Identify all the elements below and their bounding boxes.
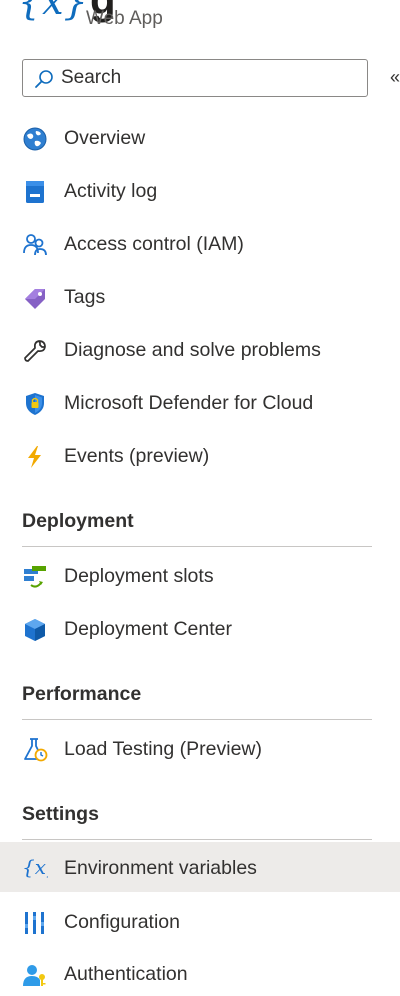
nav-item-authentication[interactable]: Authentication (0, 952, 400, 996)
nav-item-deployment-center[interactable]: Deployment Center (0, 607, 400, 651)
nav-label-load-testing: Load Testing (Preview) (64, 738, 262, 760)
nav-item-overview[interactable]: Overview (0, 116, 400, 160)
globe-icon (23, 127, 47, 151)
nav-label-access-control: Access control (IAM) (64, 233, 244, 255)
section-divider (22, 839, 372, 840)
nav-label-activity-log: Activity log (64, 180, 158, 202)
flask-clock-icon (24, 738, 48, 762)
resource-menu-page: {x} g Web App « Overview Activity log (0, 0, 400, 996)
nav-label-diagnose: Diagnose and solve problems (64, 339, 321, 361)
nav-label-events: Events (preview) (64, 445, 210, 467)
nav-label-tags: Tags (64, 286, 106, 308)
nav-item-access-control[interactable]: Access control (IAM) (0, 222, 400, 266)
collapse-menu-icon[interactable]: « (390, 64, 400, 90)
config-bars-icon (25, 912, 44, 934)
web-app-logo-icon: {x} (18, 0, 88, 23)
section-divider (22, 719, 372, 720)
nav-item-events[interactable]: Events (preview) (0, 434, 400, 478)
search-icon (35, 70, 53, 88)
deployment-slots-icon (24, 566, 46, 588)
nav-item-environment-variables[interactable]: {x} Environment variables (0, 842, 400, 892)
nav-item-diagnose[interactable]: Diagnose and solve problems (0, 328, 400, 372)
lightning-icon (28, 446, 41, 468)
users-icon (23, 234, 47, 256)
resource-header: {x} g Web App (0, 0, 400, 48)
nav-label-overview: Overview (64, 127, 146, 149)
resource-type-subtitle: Web App (86, 8, 163, 29)
menu-search-box[interactable] (22, 59, 368, 97)
nav-item-activity-log[interactable]: Activity log (0, 169, 400, 213)
nav-label-environment-variables: Environment variables (64, 857, 257, 879)
activity-log-icon (26, 181, 44, 203)
nav-item-deployment-slots[interactable]: Deployment slots (0, 554, 400, 598)
section-divider (22, 546, 372, 547)
nav-label-deployment-slots: Deployment slots (64, 565, 214, 587)
nav-label-defender: Microsoft Defender for Cloud (64, 392, 314, 414)
nav-item-defender[interactable]: Microsoft Defender for Cloud (0, 381, 400, 425)
variable-icon: {x} (22, 855, 48, 879)
wrench-icon (24, 340, 46, 362)
nav-label-configuration: Configuration (64, 911, 180, 933)
user-key-icon (23, 965, 46, 986)
nav-label-authentication: Authentication (64, 963, 188, 985)
section-header-deployment: Deployment (22, 510, 134, 532)
shield-icon (26, 393, 44, 415)
nav-item-configuration[interactable]: Configuration (0, 900, 400, 944)
nav-item-load-testing[interactable]: Load Testing (Preview) (0, 727, 400, 771)
nav-label-deployment-center: Deployment Center (64, 618, 232, 640)
section-header-settings: Settings (22, 803, 99, 825)
section-header-performance: Performance (22, 683, 142, 705)
search-input[interactable] (61, 63, 351, 93)
tag-icon (25, 289, 45, 309)
nav-item-tags[interactable]: Tags (0, 275, 400, 319)
cube-icon (25, 619, 45, 641)
svg-text:{x}: {x} (22, 855, 48, 879)
